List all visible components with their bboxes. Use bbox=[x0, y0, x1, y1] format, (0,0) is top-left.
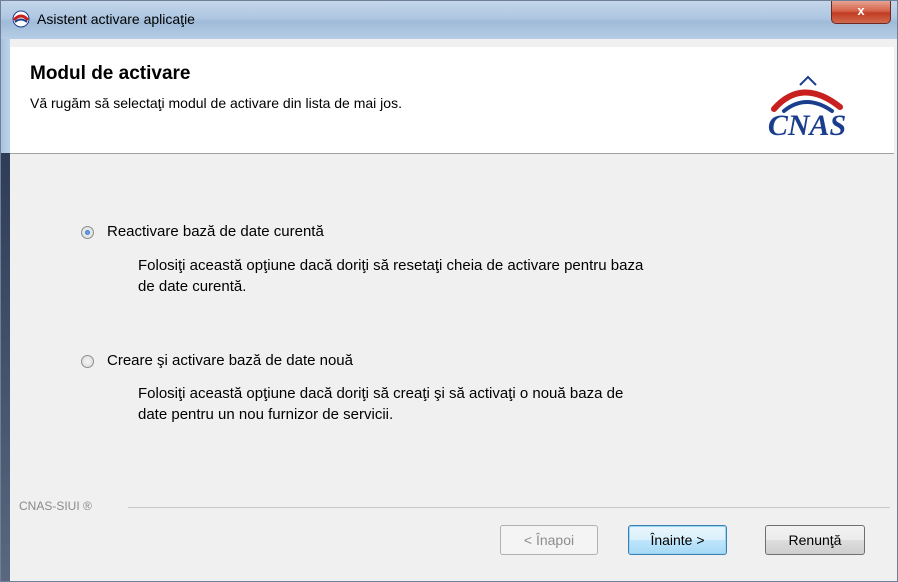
window-title: Asistent activare aplicaţie bbox=[37, 11, 195, 27]
window-frame-left-shadow bbox=[1, 153, 10, 581]
cnas-logo: CNAS bbox=[768, 75, 846, 141]
title-bar[interactable]: Asistent activare aplicaţie x bbox=[1, 1, 897, 39]
wizard-header: Modul de activare Vă rugăm să selectaţi … bbox=[10, 47, 894, 154]
logo-text: CNAS bbox=[768, 109, 846, 141]
option-reactivate-desc-line2: de date curentă. bbox=[138, 278, 247, 295]
close-button[interactable]: x bbox=[831, 1, 891, 24]
back-button[interactable]: < Înapoi bbox=[500, 525, 598, 555]
wizard-body: Reactivare bază de date curentă Folosiţi… bbox=[10, 154, 894, 579]
option-create-new-desc-line1: Folosiţi această opţiune dacă doriţi să … bbox=[138, 385, 624, 402]
option-create-new-description: Folosiţi această opţiune dacă doriţi să … bbox=[138, 383, 788, 425]
option-reactivate-desc-line1: Folosiţi această opţiune dacă doriţi să … bbox=[138, 257, 644, 274]
close-icon: x bbox=[857, 3, 865, 18]
app-icon bbox=[12, 10, 30, 28]
option-create-new-label[interactable]: Creare şi activare bază de date nouă bbox=[107, 352, 353, 369]
page-title: Modul de activare bbox=[30, 63, 191, 84]
radio-create-new[interactable] bbox=[81, 355, 94, 368]
option-create-new-desc-line2: date pentru un nou furnizor de servicii. bbox=[138, 406, 394, 423]
radio-reactivate[interactable] bbox=[81, 226, 94, 239]
activation-wizard-window: Asistent activare aplicaţie x Modul de a… bbox=[0, 0, 898, 582]
next-button[interactable]: Înainte > bbox=[628, 525, 727, 555]
footer-brand: CNAS-SIUI ® bbox=[19, 499, 92, 513]
option-reactivate-description: Folosiţi această opţiune dacă doriţi să … bbox=[138, 255, 788, 297]
page-subtitle: Vă rugăm să selectaţi modul de activare … bbox=[30, 95, 402, 111]
cancel-button[interactable]: Renunţă bbox=[765, 525, 865, 555]
option-reactivate-label[interactable]: Reactivare bază de date curentă bbox=[107, 223, 324, 240]
footer-divider bbox=[128, 507, 890, 508]
